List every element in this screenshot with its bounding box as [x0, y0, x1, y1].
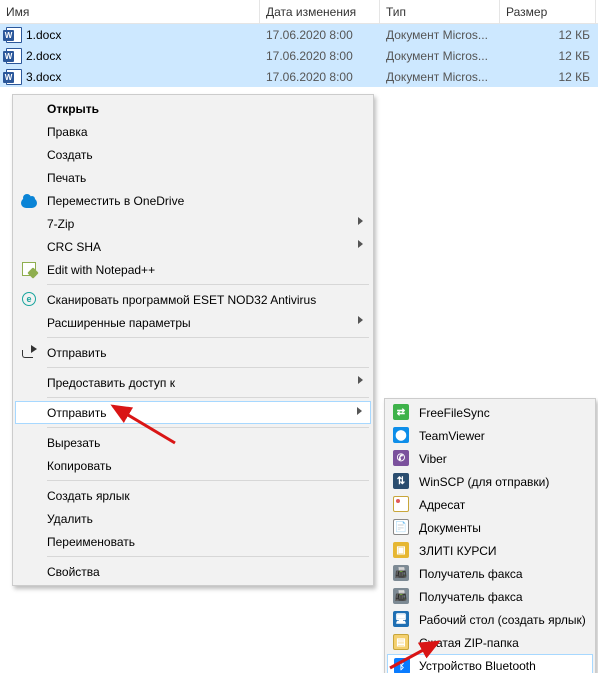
- sendto-submenu: ⇄ FreeFileSync ⬤ TeamViewer ✆ Viber ⇅ Wi…: [384, 398, 596, 673]
- chevron-right-icon: [358, 376, 363, 384]
- chevron-right-icon: [358, 217, 363, 225]
- eset-icon: e: [21, 291, 37, 307]
- file-date: 17.06.2020 8:00: [260, 28, 380, 42]
- contact-card-icon: [393, 496, 409, 512]
- share-icon: [21, 344, 37, 360]
- word-doc-icon: [6, 48, 22, 64]
- sendto-freefilesync[interactable]: ⇄ FreeFileSync: [387, 401, 593, 424]
- file-name: 3.docx: [26, 70, 61, 84]
- menu-give-access[interactable]: Предоставить доступ к: [15, 371, 371, 394]
- menu-copy[interactable]: Копировать: [15, 454, 371, 477]
- file-type: Документ Micros...: [380, 49, 500, 63]
- folder-icon: ▣: [393, 542, 409, 558]
- menu-open[interactable]: Открыть: [15, 97, 371, 120]
- chevron-right-icon: [358, 240, 363, 248]
- sendto-addressee[interactable]: Адресат: [387, 493, 593, 516]
- sendto-bluetooth[interactable]: ᛒ Устройство Bluetooth: [387, 654, 593, 673]
- sendto-zip[interactable]: ▤ Сжатая ZIP-папка: [387, 631, 593, 654]
- menu-edit[interactable]: Правка: [15, 120, 371, 143]
- file-type: Документ Micros...: [380, 70, 500, 84]
- menu-create-shortcut[interactable]: Создать ярлык: [15, 484, 371, 507]
- chevron-right-icon: [357, 407, 362, 415]
- notepadpp-icon: [21, 261, 37, 277]
- menu-separator: [47, 397, 369, 398]
- menu-share[interactable]: Отправить: [15, 341, 371, 364]
- file-date: 17.06.2020 8:00: [260, 49, 380, 63]
- col-header-type[interactable]: Тип: [380, 0, 500, 23]
- sendto-viber[interactable]: ✆ Viber: [387, 447, 593, 470]
- sendto-desktop[interactable]: 🖥 Рабочий стол (создать ярлык): [387, 608, 593, 631]
- cloud-icon: [21, 192, 37, 208]
- menu-separator: [47, 337, 369, 338]
- col-header-size[interactable]: Размер: [500, 0, 596, 23]
- file-type: Документ Micros...: [380, 28, 500, 42]
- menu-separator: [47, 367, 369, 368]
- freefilesync-icon: ⇄: [393, 404, 409, 420]
- viber-icon: ✆: [393, 450, 409, 466]
- menu-separator: [47, 480, 369, 481]
- menu-properties[interactable]: Свойства: [15, 560, 371, 583]
- winscp-icon: ⇅: [393, 473, 409, 489]
- file-row[interactable]: 2.docx 17.06.2020 8:00 Документ Micros..…: [0, 45, 598, 66]
- menu-separator: [47, 427, 369, 428]
- sendto-fax-1[interactable]: 📠 Получатель факса: [387, 562, 593, 585]
- menu-separator: [47, 556, 369, 557]
- menu-crcsha[interactable]: CRC SHA: [15, 235, 371, 258]
- file-size: 12 КБ: [500, 49, 596, 63]
- menu-send-to[interactable]: Отправить: [15, 401, 371, 424]
- desktop-icon: 🖥: [393, 611, 409, 627]
- file-name: 1.docx: [26, 28, 61, 42]
- file-size: 12 КБ: [500, 70, 596, 84]
- zip-folder-icon: ▤: [393, 634, 409, 650]
- menu-notepadpp[interactable]: Edit with Notepad++: [15, 258, 371, 281]
- menu-create[interactable]: Создать: [15, 143, 371, 166]
- col-header-name[interactable]: Имя: [0, 0, 260, 23]
- file-name: 2.docx: [26, 49, 61, 63]
- menu-cut[interactable]: Вырезать: [15, 431, 371, 454]
- chevron-right-icon: [358, 316, 363, 324]
- fax-icon: 📠: [393, 588, 409, 604]
- sendto-fax-2[interactable]: 📠 Получатель факса: [387, 585, 593, 608]
- teamviewer-icon: ⬤: [393, 427, 409, 443]
- menu-eset[interactable]: e Сканировать программой ESET NOD32 Anti…: [15, 288, 371, 311]
- file-row[interactable]: 3.docx 17.06.2020 8:00 Документ Micros..…: [0, 66, 598, 87]
- sendto-winscp[interactable]: ⇅ WinSCP (для отправки): [387, 470, 593, 493]
- word-doc-icon: [6, 69, 22, 85]
- sendto-teamviewer[interactable]: ⬤ TeamViewer: [387, 424, 593, 447]
- bluetooth-icon: ᛒ: [394, 658, 410, 673]
- menu-advanced-options[interactable]: Расширенные параметры: [15, 311, 371, 334]
- menu-7zip[interactable]: 7-Zip: [15, 212, 371, 235]
- col-header-date[interactable]: Дата изменения: [260, 0, 380, 23]
- fax-icon: 📠: [393, 565, 409, 581]
- documents-icon: 📄: [393, 519, 409, 535]
- sendto-documents[interactable]: 📄 Документы: [387, 516, 593, 539]
- column-headers: Имя Дата изменения Тип Размер: [0, 0, 598, 24]
- menu-delete[interactable]: Удалить: [15, 507, 371, 530]
- menu-print[interactable]: Печать: [15, 166, 371, 189]
- menu-rename[interactable]: Переименовать: [15, 530, 371, 553]
- menu-separator: [47, 284, 369, 285]
- menu-onedrive[interactable]: Переместить в OneDrive: [15, 189, 371, 212]
- sendto-zliti[interactable]: ▣ ЗЛИТІ КУРСИ: [387, 539, 593, 562]
- file-date: 17.06.2020 8:00: [260, 70, 380, 84]
- file-size: 12 КБ: [500, 28, 596, 42]
- context-menu: Открыть Правка Создать Печать Переместит…: [12, 94, 374, 586]
- word-doc-icon: [6, 27, 22, 43]
- file-row[interactable]: 1.docx 17.06.2020 8:00 Документ Micros..…: [0, 24, 598, 45]
